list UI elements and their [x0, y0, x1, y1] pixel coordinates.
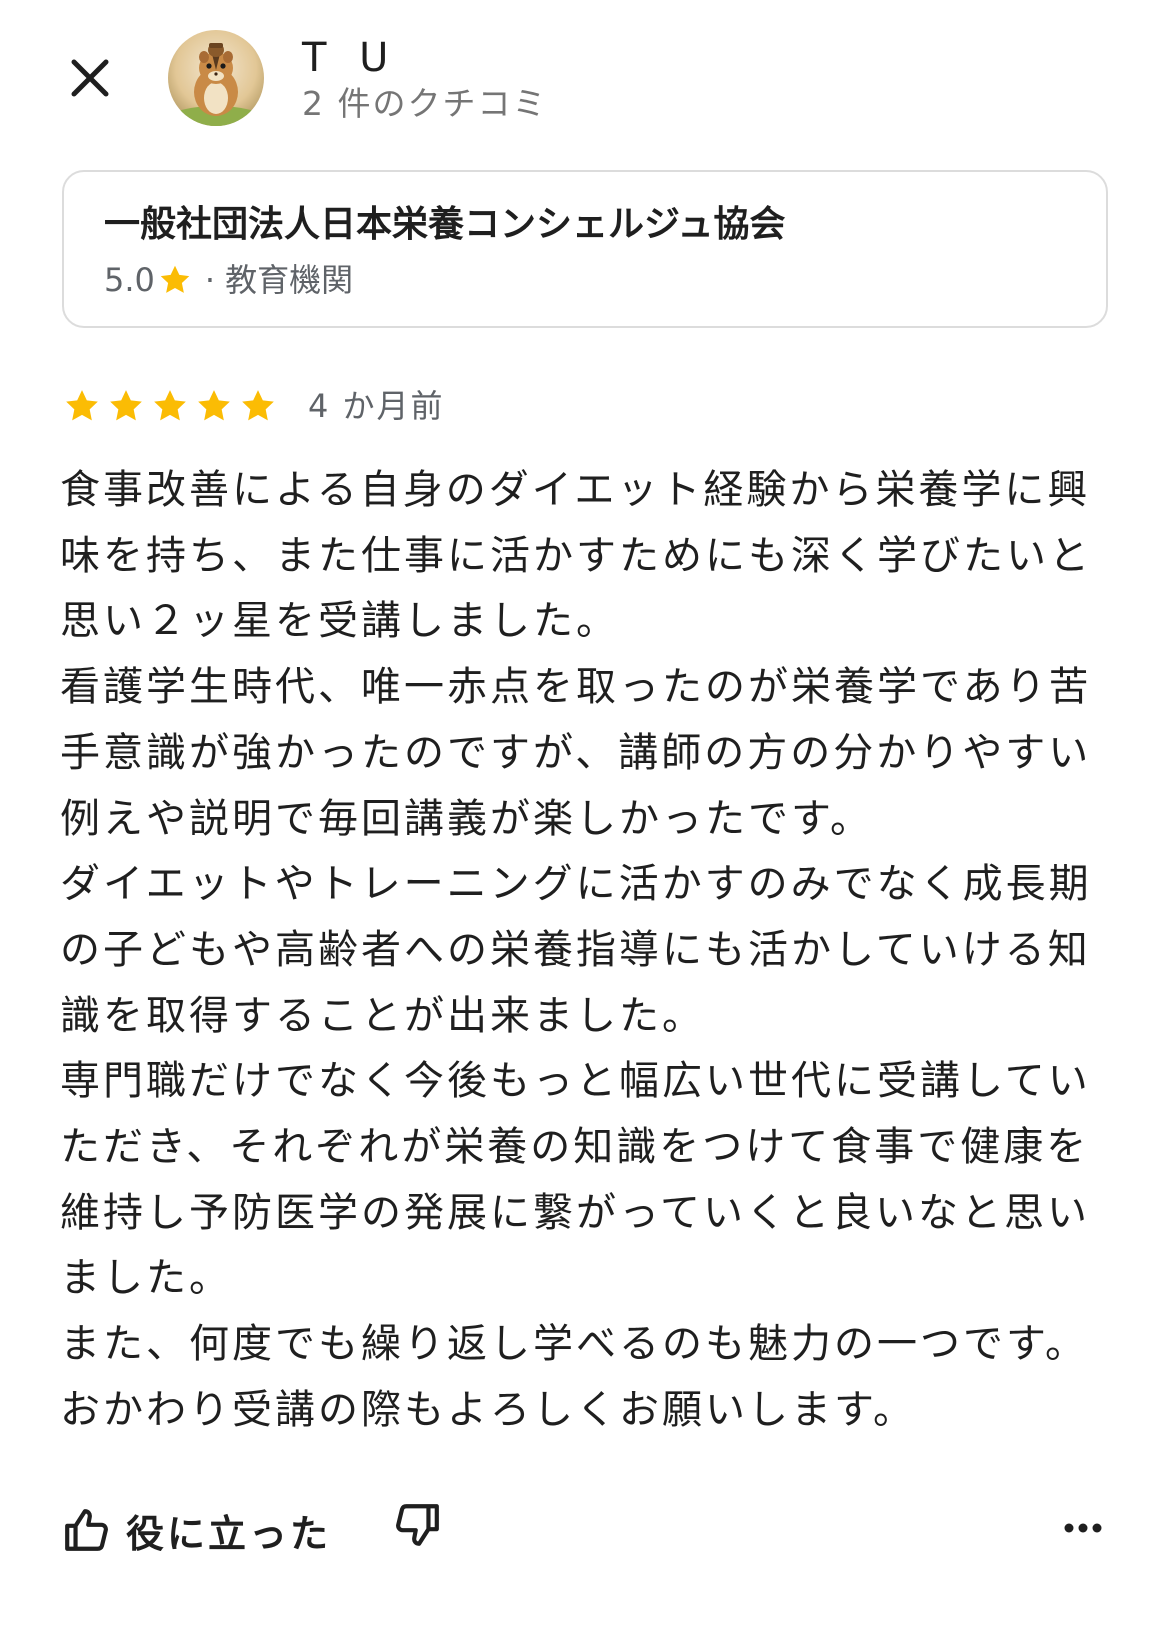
- star-icon: [198, 390, 230, 421]
- review-paragraph: ダイエットやトレーニングに活かすのみでなく成長期の子どもや高齢者への栄養指導にも…: [60, 861, 1092, 1039]
- thumbs-up-icon: [65, 1509, 108, 1551]
- place-name: 一般社団法人日本栄養コンシェルジュ協会: [104, 204, 786, 245]
- more-options-icon: [1064, 1523, 1102, 1533]
- helpful-label: 役に立った: [126, 1511, 332, 1556]
- place-meta: 5.0 · 教育機関: [104, 259, 353, 301]
- close-icon: [71, 59, 109, 97]
- star-icon: [110, 390, 142, 421]
- star-icon: [160, 265, 190, 293]
- helpful-button[interactable]: 役に立った: [62, 1500, 331, 1560]
- review-paragraph: 食事改善による自身のダイエット経験から栄養学に興味を持ち、また仕事に活かすために…: [60, 467, 1092, 645]
- star-icon: [242, 390, 274, 421]
- star-icon: [154, 390, 186, 421]
- review-paragraph: また、何度でも繰り返し学べるのも魅力の一つです。おかわり受講の際もよろしくお願い…: [60, 1321, 1088, 1433]
- avatar[interactable]: [168, 30, 264, 126]
- reviewer-name[interactable]: T U: [302, 34, 398, 82]
- review-rating-row: 4 か月前: [62, 386, 445, 426]
- review-paragraph: 専門職だけでなく今後もっと幅広い世代に受講していただき、それぞれが栄養の知識をつ…: [60, 1058, 1091, 1302]
- review-time: 4 か月前: [308, 387, 445, 425]
- review-stars: [62, 386, 278, 426]
- star-icon: [66, 390, 98, 421]
- chipmunk-avatar: [168, 30, 264, 126]
- review-actions: 役に立った: [62, 1500, 1108, 1560]
- thumbs-down-icon: [396, 1504, 439, 1546]
- review-count: 2 件のクチコミ: [302, 84, 548, 123]
- place-card[interactable]: 一般社団法人日本栄養コンシェルジュ協会 5.0 · 教育機関: [62, 170, 1108, 328]
- place-category: 教育機関: [225, 261, 354, 299]
- place-rating: 5.0: [104, 261, 155, 299]
- more-options-button[interactable]: [1058, 1508, 1108, 1548]
- review-paragraph: 看護学生時代、唯一赤点を取ったのが栄養学であり苦手意識が強かったのですが、講師の…: [60, 664, 1092, 842]
- review-text: 食事改善による自身のダイエット経験から栄養学に興味を持ち、また仕事に活かすために…: [60, 458, 1120, 1444]
- meta-separator: ·: [204, 261, 216, 299]
- not-helpful-button[interactable]: [392, 1500, 452, 1560]
- close-button[interactable]: [62, 50, 118, 106]
